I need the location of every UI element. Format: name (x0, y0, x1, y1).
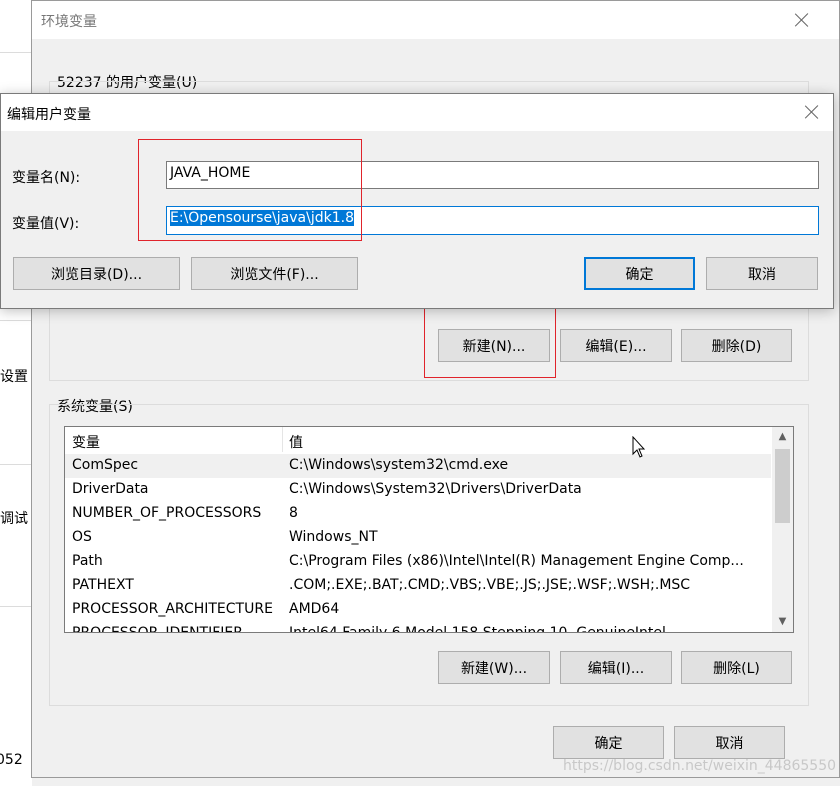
edit-titlebar: 编辑用户变量 (1, 94, 833, 131)
row-name: PROCESSOR_IDENTIFIER (72, 625, 243, 633)
row-value: AMD64 (289, 601, 340, 617)
browse-file-button[interactable]: 浏览文件(F)... (191, 257, 358, 290)
system-new-button[interactable]: 新建(W)... (438, 651, 550, 684)
row-value: .COM;.EXE;.BAT;.CMD;.VBS;.VBE;.JS;.JSE;.… (289, 577, 691, 593)
divider (0, 606, 32, 607)
column-header-value[interactable]: 值 (289, 432, 303, 452)
table-row[interactable]: PROCESSOR_IDENTIFIER Intel64 Family 6 Mo… (65, 622, 771, 633)
env-titlebar: 环境变量 (32, 1, 839, 39)
scroll-thumb[interactable] (775, 449, 790, 523)
row-value: C:\Windows\system32\cmd.exe (289, 457, 509, 473)
edit-cancel-button[interactable]: 取消 (706, 257, 818, 290)
table-row[interactable]: PATHEXT .COM;.EXE;.BAT;.CMD;.VBS;.VBE;.J… (65, 574, 771, 598)
system-edit-button[interactable]: 编辑(I)... (560, 651, 672, 684)
divider (0, 464, 32, 465)
divider (0, 52, 32, 53)
table-row[interactable]: ComSpec C:\Windows\system32\cmd.exe (65, 454, 771, 478)
vertical-scrollbar[interactable]: ▲ ▼ (772, 427, 793, 632)
column-header-name[interactable]: 变量 (72, 432, 100, 452)
background-label: 052 (0, 752, 23, 768)
user-edit-button[interactable]: 编辑(E)... (560, 329, 672, 362)
background-label: 设置 (0, 369, 28, 385)
env-dialog-title: 环境变量 (41, 14, 97, 30)
row-name: Path (72, 553, 103, 569)
row-name: ComSpec (72, 457, 139, 473)
close-icon[interactable] (794, 12, 810, 28)
close-icon[interactable] (804, 104, 820, 120)
scroll-up-icon[interactable]: ▲ (775, 429, 790, 445)
table-row[interactable]: Path C:\Program Files (x86)\Intel\Intel(… (65, 550, 771, 574)
browse-directory-button[interactable]: 浏览目录(D)... (13, 257, 180, 290)
env-cancel-button[interactable]: 取消 (674, 726, 785, 759)
variable-name-label: 变量名(N): (12, 170, 81, 186)
annotation-box (424, 307, 556, 378)
variable-value-label: 变量值(V): (12, 216, 80, 232)
table-row[interactable]: NUMBER_OF_PROCESSORS 8 (65, 502, 771, 526)
system-vars-list[interactable]: 变量 值 ComSpec C:\Windows\system32\cmd.exe… (64, 426, 794, 633)
row-value: C:\Program Files (x86)\Intel\Intel(R) Ma… (289, 553, 744, 569)
divider (0, 320, 32, 321)
row-value: C:\Windows\System32\Drivers\DriverData (289, 481, 582, 497)
table-row[interactable]: DriverData C:\Windows\System32\Drivers\D… (65, 478, 771, 502)
row-name: PROCESSOR_ARCHITECTURE (72, 601, 273, 617)
table-row[interactable]: PROCESSOR_ARCHITECTURE AMD64 (65, 598, 771, 622)
background-label: 调试 (0, 511, 28, 527)
row-name: NUMBER_OF_PROCESSORS (72, 505, 262, 521)
column-divider[interactable] (282, 427, 283, 452)
user-delete-button[interactable]: 删除(D) (681, 329, 792, 362)
row-name: DriverData (72, 481, 149, 497)
system-delete-button[interactable]: 删除(L) (681, 651, 792, 684)
table-row[interactable]: OS Windows_NT (65, 526, 771, 550)
row-value: Intel64 Family 6 Model 158 Stepping 10, … (289, 625, 666, 633)
edit-ok-button[interactable]: 确定 (584, 257, 695, 290)
row-name: PATHEXT (72, 577, 134, 593)
edit-dialog-title: 编辑用户变量 (7, 107, 91, 123)
list-header: 变量 值 (65, 427, 771, 452)
env-ok-button[interactable]: 确定 (553, 726, 664, 759)
row-name: OS (72, 529, 92, 545)
mouse-cursor-icon (632, 436, 646, 458)
annotation-box (138, 139, 362, 241)
edit-user-variable-dialog: 编辑用户变量 变量名(N): JAVA_HOME 变量值(V): E:\Open… (0, 93, 834, 309)
row-value: Windows_NT (289, 529, 378, 545)
row-value: 8 (289, 505, 298, 521)
watermark: https://blog.csdn.net/weixin_44865550 (563, 758, 837, 774)
scroll-down-icon[interactable]: ▼ (775, 614, 790, 630)
